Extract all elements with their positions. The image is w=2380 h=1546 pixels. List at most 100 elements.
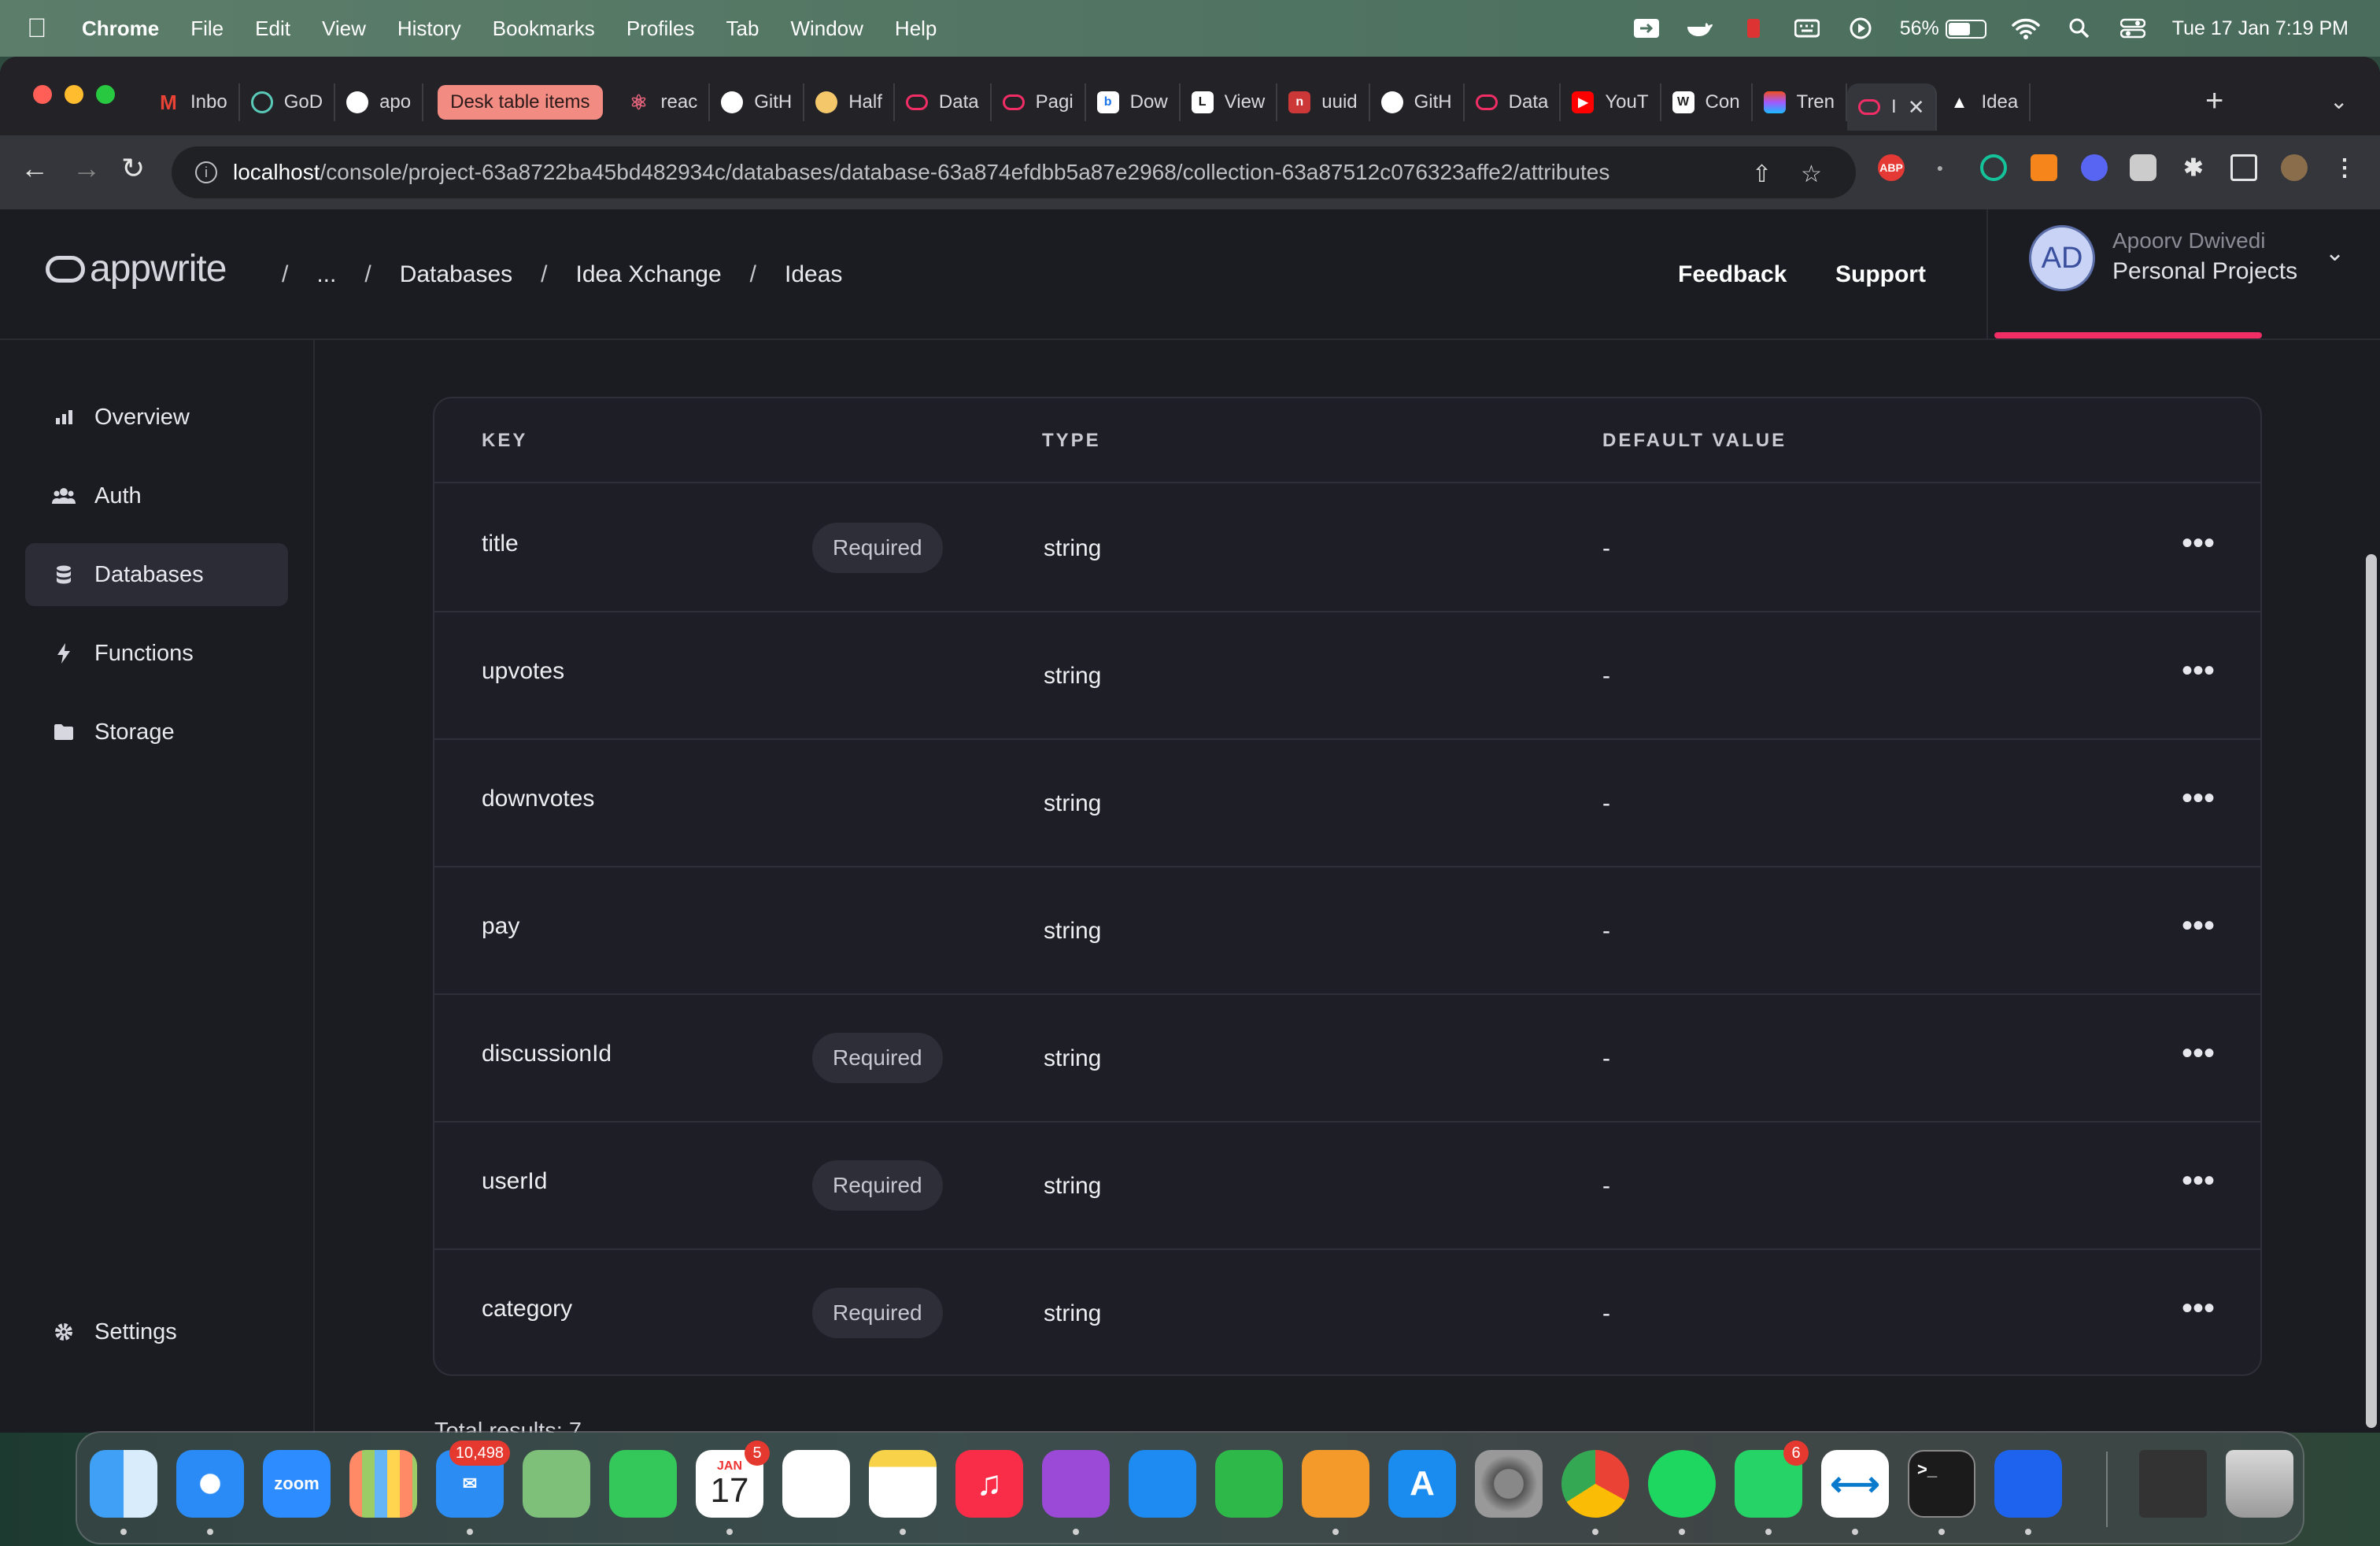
share-icon[interactable]: ⇧	[1752, 161, 1772, 188]
chrome-menu-icon[interactable]: ⋮	[2331, 154, 2358, 181]
finder-icon[interactable]	[90, 1450, 157, 1518]
menu-app-name[interactable]: Chrome	[82, 17, 159, 41]
tab-gmail[interactable]: M Inbo	[146, 83, 240, 121]
sidebar-item-auth[interactable]: Auth	[25, 464, 288, 527]
tab-half[interactable]: Half	[804, 83, 895, 121]
feedback-button[interactable]: Feedback	[1678, 209, 1787, 340]
support-button[interactable]: Support	[1835, 209, 1926, 340]
sidebar-item-databases[interactable]: Databases	[25, 543, 288, 606]
music-icon[interactable]: ♫	[955, 1450, 1023, 1518]
sidebar-item-settings[interactable]: Settings	[25, 1300, 288, 1363]
tab-github-3[interactable]: GitH	[1370, 83, 1465, 121]
side-panel-icon[interactable]	[2230, 154, 2257, 181]
purple-extension-icon[interactable]	[2081, 154, 2108, 181]
launchpad-icon[interactable]	[349, 1450, 417, 1518]
safari-icon[interactable]	[176, 1450, 244, 1518]
chrome-icon[interactable]	[1561, 1450, 1629, 1518]
table-row[interactable]: pay string - •••	[434, 867, 2260, 995]
tab-idea[interactable]: ▲ Idea	[1937, 83, 2031, 121]
more-options-icon[interactable]: •••	[2182, 527, 2215, 559]
tab-current[interactable]: I ✕	[1847, 83, 1938, 131]
keyboard-icon[interactable]	[1793, 17, 1821, 40]
account-menu[interactable]: AD Apoorv Dwivedi Personal Projects ⌄	[1986, 209, 2380, 340]
pages-icon[interactable]	[1302, 1450, 1369, 1518]
table-row[interactable]: discussionId Required string - •••	[434, 995, 2260, 1123]
metamask-extension-icon[interactable]	[2031, 154, 2057, 181]
docker-menu-icon[interactable]	[1686, 17, 1714, 40]
tab-tren[interactable]: Tren	[1753, 83, 1848, 121]
adblock-extension-icon[interactable]: ABP	[1878, 154, 1905, 181]
breadcrumb-database[interactable]: Idea Xchange	[575, 261, 721, 288]
more-options-icon[interactable]: •••	[2182, 655, 2215, 686]
tab-data-2[interactable]: Data	[1465, 83, 1561, 121]
menu-file[interactable]: File	[190, 17, 224, 41]
trash-icon[interactable]	[2226, 1450, 2293, 1518]
tab-uuid[interactable]: n uuid	[1277, 83, 1370, 121]
breadcrumb-ellipsis[interactable]: ...	[316, 261, 336, 288]
facetime-icon[interactable]	[609, 1450, 677, 1518]
sidebar-item-functions[interactable]: Functions	[25, 622, 288, 685]
page-scrollbar[interactable]	[2366, 554, 2377, 1428]
menu-help[interactable]: Help	[895, 17, 937, 41]
more-options-icon[interactable]: •••	[2182, 910, 2215, 941]
screen-share-icon[interactable]	[1632, 17, 1661, 40]
mail-icon[interactable]: ✉ 10,498	[436, 1441, 510, 1518]
more-options-icon[interactable]: •••	[2182, 1293, 2215, 1324]
spotify-icon[interactable]	[1648, 1450, 1716, 1518]
appwrite-logo[interactable]: appwrite	[46, 247, 227, 290]
menu-bookmarks[interactable]: Bookmarks	[493, 17, 595, 41]
chevron-down-icon[interactable]: ⌄	[2325, 239, 2345, 267]
window-minimize-button[interactable]	[65, 85, 83, 104]
menu-history[interactable]: History	[397, 17, 461, 41]
more-options-icon[interactable]: •••	[2182, 782, 2215, 814]
window-zoom-button[interactable]	[96, 85, 115, 104]
new-tab-button[interactable]: +	[2205, 85, 2223, 117]
menu-view[interactable]: View	[322, 17, 366, 41]
breadcrumb-collection[interactable]: Ideas	[785, 261, 842, 288]
tab-dow[interactable]: b Dow	[1086, 83, 1181, 121]
maps-icon[interactable]	[523, 1450, 590, 1518]
notes-icon[interactable]	[869, 1450, 937, 1518]
terminal-icon[interactable]: >_	[1908, 1450, 1975, 1518]
table-row[interactable]: upvotes string - •••	[434, 612, 2260, 740]
table-row[interactable]: title Required string - •••	[434, 485, 2260, 612]
podcasts-icon[interactable]	[1042, 1450, 1110, 1518]
menu-tab[interactable]: Tab	[726, 17, 759, 41]
vscode-icon[interactable]: ⟷	[1821, 1450, 1889, 1518]
tab-pagi[interactable]: Pagi	[992, 83, 1086, 121]
reload-button[interactable]: ↻	[121, 154, 145, 183]
table-row[interactable]: category Required string - •••	[434, 1250, 2260, 1374]
battery-status[interactable]: 56%	[1900, 17, 1986, 40]
sidebar-item-overview[interactable]: Overview	[25, 386, 288, 449]
bookmark-star-icon[interactable]: ☆	[1801, 161, 1822, 188]
tab-github-apo[interactable]: apo	[335, 83, 424, 121]
recent-documents-icon[interactable]	[2139, 1450, 2207, 1518]
control-center-icon[interactable]	[2119, 17, 2147, 40]
address-bar[interactable]: i localhost/console/project-63a8722ba45b…	[172, 146, 1856, 198]
menu-window[interactable]: Window	[790, 17, 863, 41]
system-settings-icon[interactable]	[1475, 1450, 1543, 1518]
tab-con[interactable]: W Con	[1661, 83, 1753, 121]
apple-menu-icon[interactable]: 	[27, 15, 60, 42]
tab-youtube[interactable]: ▶ YouT	[1561, 83, 1661, 121]
back-button[interactable]: ←	[20, 154, 49, 183]
tab-god[interactable]: GoD	[240, 83, 336, 121]
reminders-icon[interactable]	[782, 1450, 850, 1518]
table-row[interactable]: userId Required string - •••	[434, 1123, 2260, 1250]
sidebar-item-storage[interactable]: Storage	[25, 701, 288, 764]
tab-search-chevron-icon[interactable]: ⌄	[2330, 88, 2348, 114]
whatsapp-icon[interactable]: 6	[1735, 1441, 1809, 1518]
more-options-icon[interactable]: •••	[2182, 1037, 2215, 1069]
menu-edit[interactable]: Edit	[255, 17, 290, 41]
numbers-icon[interactable]	[1215, 1450, 1283, 1518]
keynote-icon[interactable]	[1129, 1450, 1196, 1518]
play-circle-icon[interactable]	[1846, 17, 1875, 40]
tab-close-icon[interactable]: ✕	[1908, 95, 1925, 120]
app-store-icon[interactable]: A	[1388, 1450, 1456, 1518]
tab-group-desk-table-items[interactable]: Desk table items	[438, 85, 603, 120]
docker-icon[interactable]	[1994, 1450, 2062, 1518]
extension-light-icon[interactable]	[2130, 154, 2156, 181]
more-options-icon[interactable]: •••	[2182, 1165, 2215, 1196]
tab-react[interactable]: ⚛ reac	[617, 83, 711, 121]
extensions-puzzle-icon[interactable]: ✱	[2180, 154, 2207, 181]
